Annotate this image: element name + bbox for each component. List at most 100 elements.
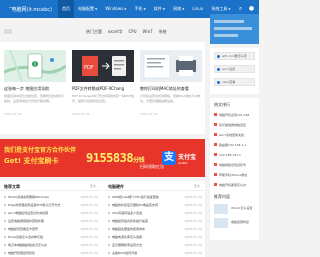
sidebar-thumbnail[interactable]	[214, 218, 228, 228]
tag-bar-icon	[4, 29, 12, 34]
nav-item[interactable]: 首页	[58, 0, 74, 18]
list-item[interactable]: 电脑如何查看显卡型号 2023-07-19	[4, 225, 98, 233]
list-column-header: 推荐文章 更多	[0, 184, 100, 191]
bullet-icon	[108, 212, 110, 214]
sidebar-banner-line	[214, 20, 244, 23]
ad-banner[interactable]: 我们是支付宝官方合作伙伴 Get! 支付宝刷卡 9155838分钱 扫码领取红包…	[0, 139, 205, 177]
nav-item[interactable]: Linux	[188, 0, 207, 18]
featured-card[interactable]: 教你打印机MAC地址的查看 打印机设置中找到网络，查看MAC地址与IP地址，方便…	[140, 50, 202, 116]
search-icon[interactable]: ⌕	[237, 5, 244, 12]
sidebar-thumb-label[interactable]: Win11怎么设置	[231, 206, 257, 210]
quick-link[interactable]: win7设置	[214, 65, 255, 73]
list-item[interactable]: 笔记本电脑触摸板失灵怎么办 2023-07-19	[4, 241, 98, 249]
nav-item[interactable]: 软件▼	[150, 0, 169, 18]
tag-link[interactable]: excel字	[108, 29, 122, 35]
list-item[interactable]: 设置电脑屏幕保护密码步骤 2023-07-19	[4, 217, 98, 225]
sidebar-thumbnail[interactable]	[214, 204, 228, 214]
more-link[interactable]: 更多	[90, 184, 96, 188]
list-item-title: CPU风扇转速多少合适	[112, 211, 143, 215]
alipay-badge: 支 支付宝 ALIPAY	[162, 145, 200, 171]
nav-item[interactable]: 网络▼	[169, 0, 188, 18]
bullet-icon	[108, 236, 110, 238]
sidebar-list-item-label: 蓝光播放器电脑连接	[219, 122, 247, 127]
svg-text:PDF: PDF	[84, 65, 94, 71]
list-item-title: Edge浏览器如何设置PDF默认打开方式	[8, 203, 61, 207]
featured-card[interactable]: 这张每一步 地图应用导航 地图应用中定位当前位置，查看附近的商家与路线，设置导航…	[4, 50, 66, 116]
sidebar-list-item[interactable]: 电脑开机出现191.168	[214, 110, 257, 119]
list-column-title: 推荐文章	[4, 184, 20, 189]
list-item[interactable]: 主板BIOS如何升级 2023-07-19	[108, 249, 202, 257]
nav-item[interactable]: Windows▼	[101, 0, 130, 18]
banner-line1: 我们是支付宝官方合作伙伴	[4, 147, 77, 154]
list-item[interactable]: 电脑开机慢如何优化 2023-07-19	[4, 249, 98, 257]
card-title[interactable]: PDF文件转换成PDF-XChang	[72, 86, 134, 92]
main-nav: 首页 电脑配置▼ Windows▼ 手机▼ 软件▼ 网络▼ Linux 系统工具 ▼	[58, 0, 235, 18]
card-title[interactable]: 教你打印机MAC地址的查看	[140, 86, 202, 92]
bullet-icon	[108, 220, 110, 222]
tag-link[interactable]: CPU	[128, 29, 136, 35]
list-item-title: 显示器刷新率设置方法	[112, 243, 143, 247]
list-item-title: 电脑固态硬盘的使用寿命	[112, 227, 146, 231]
tag-link[interactable]: 系统	[159, 29, 167, 35]
bullet-icon	[4, 220, 6, 222]
banner-phone-suffix: 分钱	[133, 157, 145, 164]
quick-link[interactable]: wifi-cmd要怎么查	[214, 52, 255, 60]
list-item[interactable]: 电脑固态硬盘的使用寿命 2023-07-19	[108, 225, 202, 233]
user-icon[interactable]: ●	[248, 5, 255, 12]
bullet-icon	[214, 153, 217, 156]
list-item[interactable]: win7电脑如何设置文件夹权限 2023-07-19	[4, 209, 98, 217]
list-item-date: 2023-07-19	[80, 195, 98, 199]
nav-item-label: 系统工具	[211, 6, 228, 11]
bullet-icon	[108, 228, 110, 230]
bullet-icon	[108, 252, 110, 254]
sidebar-list-item[interactable]: win7系统更新失败	[214, 130, 257, 139]
list-item-date: 2023-07-19	[184, 227, 202, 231]
nav-item-label: 网络	[173, 6, 182, 11]
list-item[interactable]: 电脑的外接显示器和PC端是否支持 2023-07-19	[108, 201, 202, 209]
sidebar-list-heading: 热文排行	[214, 102, 230, 107]
featured-card[interactable]: PDF PDF文件转换成PDF-XChang PDF-XChange中打开文件转…	[72, 50, 134, 116]
card-title[interactable]: 这张每一步 地图应用导航	[4, 86, 66, 92]
sidebar-thumb-label[interactable]: 电脑蓝屏修复	[231, 220, 257, 224]
chevron-down-icon: ▼	[162, 7, 166, 11]
sidebar-list-item[interactable]: 192.168.101.1	[214, 150, 257, 159]
sidebar-list-item-label: 电脑网络出现感叹号	[219, 162, 247, 167]
card-description: PDF-XChange中打开文件转换成另一种PDF格式，编辑与批量导出设置。	[72, 94, 134, 103]
list-item[interactable]: 电脑电源功率怎么选择 2023-07-19	[108, 233, 202, 241]
sidebar-banner-line	[214, 34, 238, 37]
sidebar-list-item[interactable]: 蓝光播放器电脑连接	[214, 120, 257, 129]
list-item[interactable]: 电脑如何加内存条提升速度 2023-07-19	[108, 217, 202, 225]
card-description: 地图应用中定位当前位置，查看附近的商家与路线，设置导航的方式和步骤说明。	[4, 94, 65, 103]
list-column-title: 电脑硬件	[108, 184, 124, 189]
list-item[interactable]: AMD和Intel哪个CPU运行速度更快 2023-07-19	[108, 193, 202, 201]
sidebar-banner	[210, 14, 259, 44]
quick-link[interactable]: xbox查看	[214, 78, 255, 86]
tag-link[interactable]: Win7	[143, 29, 153, 35]
list-column-header: 电脑硬件 更多	[104, 184, 204, 191]
nav-item[interactable]: 手机▼	[130, 0, 149, 18]
sidebar-list-item[interactable]: 苹果手机iPhone重启	[214, 170, 257, 179]
list-item[interactable]: Edge浏览器如何设置PDF默认打开方式 2023-07-19	[4, 201, 98, 209]
card-thumbnail: PDF	[72, 50, 134, 82]
list-item-title: 笔记本电脑触摸板失灵怎么办	[8, 243, 48, 247]
bullet-icon	[214, 183, 217, 186]
sidebar-list-item-label: 电脑开机黑屏怎么办	[219, 182, 247, 187]
sidebar-list-item[interactable]: 路由器192.168.1.1	[214, 140, 257, 149]
sidebar-list-item[interactable]: 电脑开机黑屏怎么办	[214, 180, 257, 189]
bullet-icon	[4, 196, 6, 198]
site-logo[interactable]: IT电脑网(it.mcabc)	[4, 3, 52, 15]
link-dot-icon	[217, 67, 220, 71]
more-link[interactable]: 更多	[194, 184, 200, 188]
list-item[interactable]: Excel表格怎么合并单元格 2023-07-19	[4, 233, 98, 241]
list-item[interactable]: Win10系统如何删除Windows 2023-07-19	[4, 193, 98, 201]
featured-panel: 这张每一步 地图应用导航 地图应用中定位当前位置，查看附近的商家与路线，设置导航…	[0, 42, 205, 134]
list-item[interactable]: 显示器刷新率设置方法 2023-07-19	[108, 241, 202, 249]
list-item-title: 设置电脑屏幕保护密码步骤	[8, 219, 45, 223]
sidebar-list-item[interactable]: 电脑网络出现感叹号	[214, 160, 257, 169]
list-item-date: 2023-07-19	[184, 243, 202, 247]
card-date: 2023-07-18	[140, 112, 158, 116]
quick-link-label: win7设置	[222, 67, 236, 71]
list-item[interactable]: CPU风扇转速多少合适 2023-07-19	[108, 209, 202, 217]
tag-link[interactable]: 热门主题	[86, 29, 102, 35]
nav-item[interactable]: 电脑配置▼	[74, 0, 101, 18]
